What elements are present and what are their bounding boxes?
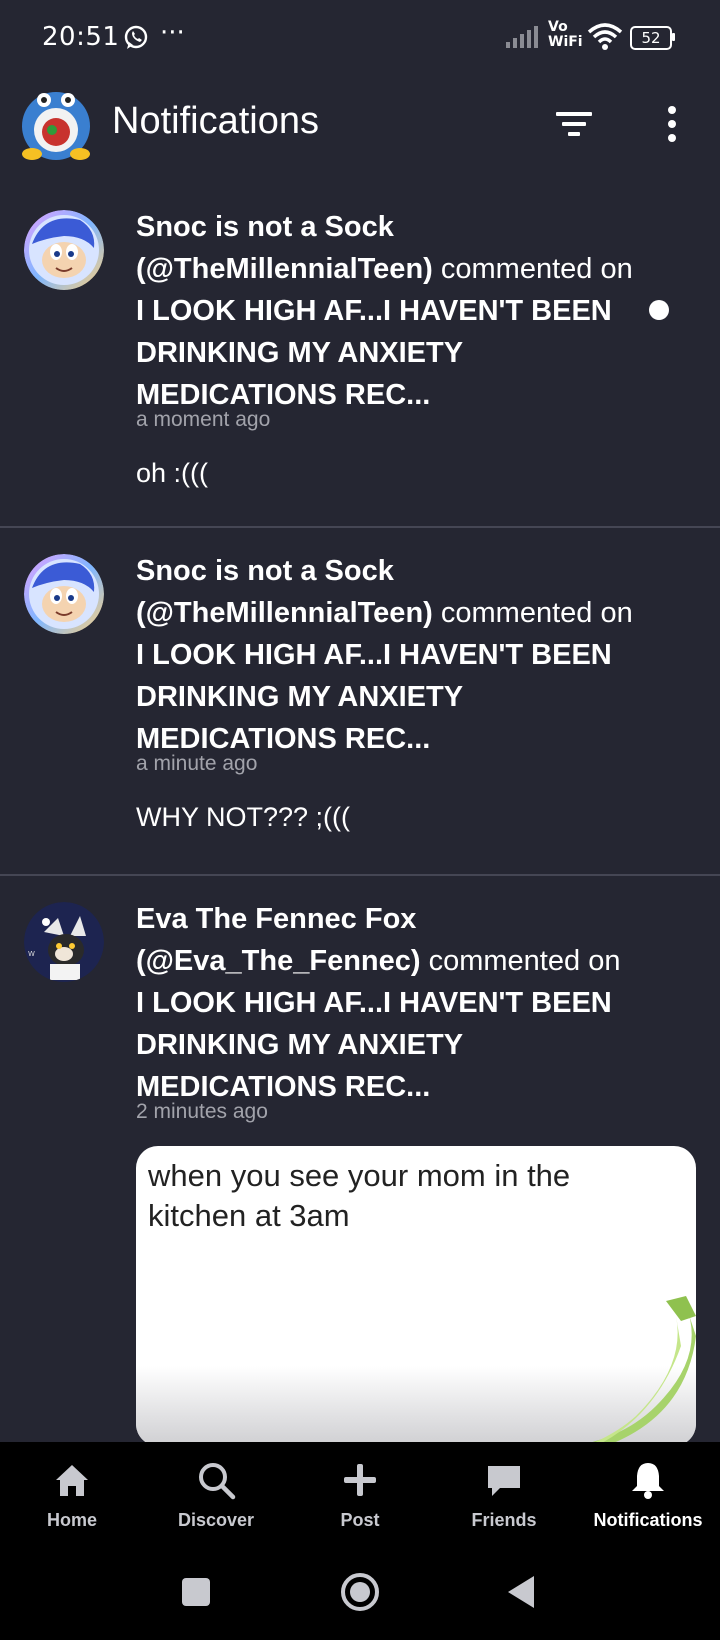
notification-time: 2 minutes ago	[136, 1100, 268, 1123]
bottom-navigation: Home Discover Post Friends Notifications	[0, 1442, 720, 1548]
comment-text: WHY NOT??? ;(((	[136, 802, 351, 832]
nav-friends[interactable]: Friends	[432, 1442, 576, 1548]
nav-post[interactable]: Post	[288, 1442, 432, 1548]
app-logo-icon[interactable]	[18, 86, 94, 162]
nav-label: Notifications	[593, 1510, 703, 1530]
notification-text: Snoc is not a Sock (@TheMillennialTeen) …	[136, 550, 636, 760]
action-text: commented	[440, 253, 593, 285]
post-title[interactable]: I LOOK HIGH AF...I HAVEN'T BEEN DRINKING…	[136, 639, 612, 755]
user-avatar[interactable]: W	[24, 902, 104, 982]
top-app-bar: Notifications	[0, 80, 720, 172]
system-navigation-bar	[0, 1548, 720, 1640]
post-title[interactable]: I LOOK HIGH AF...I HAVEN'T BEEN DRINKING…	[136, 295, 612, 411]
search-icon	[199, 1463, 236, 1500]
on-text: on	[600, 597, 633, 629]
image-caption: when you see your mom in the kitchen at …	[148, 1158, 571, 1233]
user-handle[interactable]: (@TheMillennialTeen)	[136, 253, 433, 285]
status-bar: 20:51 ··· Vo WiFi 52	[0, 0, 720, 78]
unread-indicator	[649, 300, 669, 320]
battery-level: 52	[630, 26, 672, 50]
notifications-feed[interactable]: Snoc is not a Sock (@TheMillennialTeen) …	[0, 190, 720, 1442]
recents-button-icon[interactable]	[174, 1570, 218, 1614]
nav-home[interactable]: Home	[0, 1442, 144, 1548]
user-avatar[interactable]	[24, 554, 104, 634]
user-name[interactable]: Eva The Fennec Fox	[136, 903, 416, 935]
bell-icon	[632, 1463, 664, 1499]
nav-notifications[interactable]: Notifications	[576, 1442, 720, 1548]
comment-image[interactable]: when you see your mom in the kitchen at …	[136, 1146, 696, 1442]
wifi-icon	[587, 23, 623, 50]
notification-item[interactable]: Snoc is not a Sock (@TheMillennialTeen) …	[0, 190, 720, 528]
notification-text: Snoc is not a Sock (@TheMillennialTeen) …	[136, 206, 636, 416]
notification-item[interactable]: Snoc is not a Sock (@TheMillennialTeen) …	[0, 528, 720, 876]
user-name[interactable]: Snoc is not a Sock	[136, 555, 394, 587]
action-text: commented	[428, 945, 581, 977]
on-text: on	[600, 253, 633, 285]
nav-label: Home	[46, 1510, 97, 1530]
nav-label: Friends	[471, 1510, 537, 1530]
back-button-icon[interactable]	[500, 1570, 544, 1614]
notification-time: a moment ago	[136, 408, 271, 431]
notification-item[interactable]: W Eva The Fennec Fox (@Eva_The_Fennec) c…	[0, 876, 720, 1442]
svg-text:W: W	[28, 950, 35, 958]
notification-time: a minute ago	[136, 752, 258, 775]
page-title: Notifications	[112, 100, 319, 142]
more-vertical-icon[interactable]	[652, 102, 692, 146]
user-avatar[interactable]	[24, 210, 104, 290]
signal-icon	[506, 26, 538, 48]
status-time: 20:51	[42, 22, 120, 52]
user-handle[interactable]: (@Eva_The_Fennec)	[136, 945, 421, 977]
nav-label: Discover	[177, 1510, 255, 1530]
user-handle[interactable]: (@TheMillennialTeen)	[136, 597, 433, 629]
whatsapp-icon	[124, 25, 148, 49]
home-icon	[56, 1465, 88, 1496]
notification-text: Eva The Fennec Fox (@Eva_The_Fennec) com…	[136, 898, 636, 1108]
on-text: on	[588, 945, 621, 977]
comment-text: oh :(((	[136, 458, 209, 488]
celery-image	[592, 1296, 696, 1442]
post-title[interactable]: I LOOK HIGH AF...I HAVEN'T BEEN DRINKING…	[136, 987, 612, 1103]
user-name[interactable]: Snoc is not a Sock	[136, 211, 394, 243]
plus-icon	[344, 1464, 376, 1496]
nav-label: Post	[340, 1510, 380, 1530]
chat-icon	[488, 1466, 520, 1496]
action-text: commented	[440, 597, 593, 629]
home-button-icon[interactable]	[338, 1570, 382, 1614]
battery-tip	[672, 33, 675, 41]
filter-icon[interactable]	[552, 102, 596, 146]
battery-icon: 52	[630, 26, 675, 50]
vowifi-label: Vo WiFi	[548, 19, 583, 50]
more-notifications-icon: ···	[160, 18, 185, 48]
nav-discover[interactable]: Discover	[144, 1442, 288, 1548]
